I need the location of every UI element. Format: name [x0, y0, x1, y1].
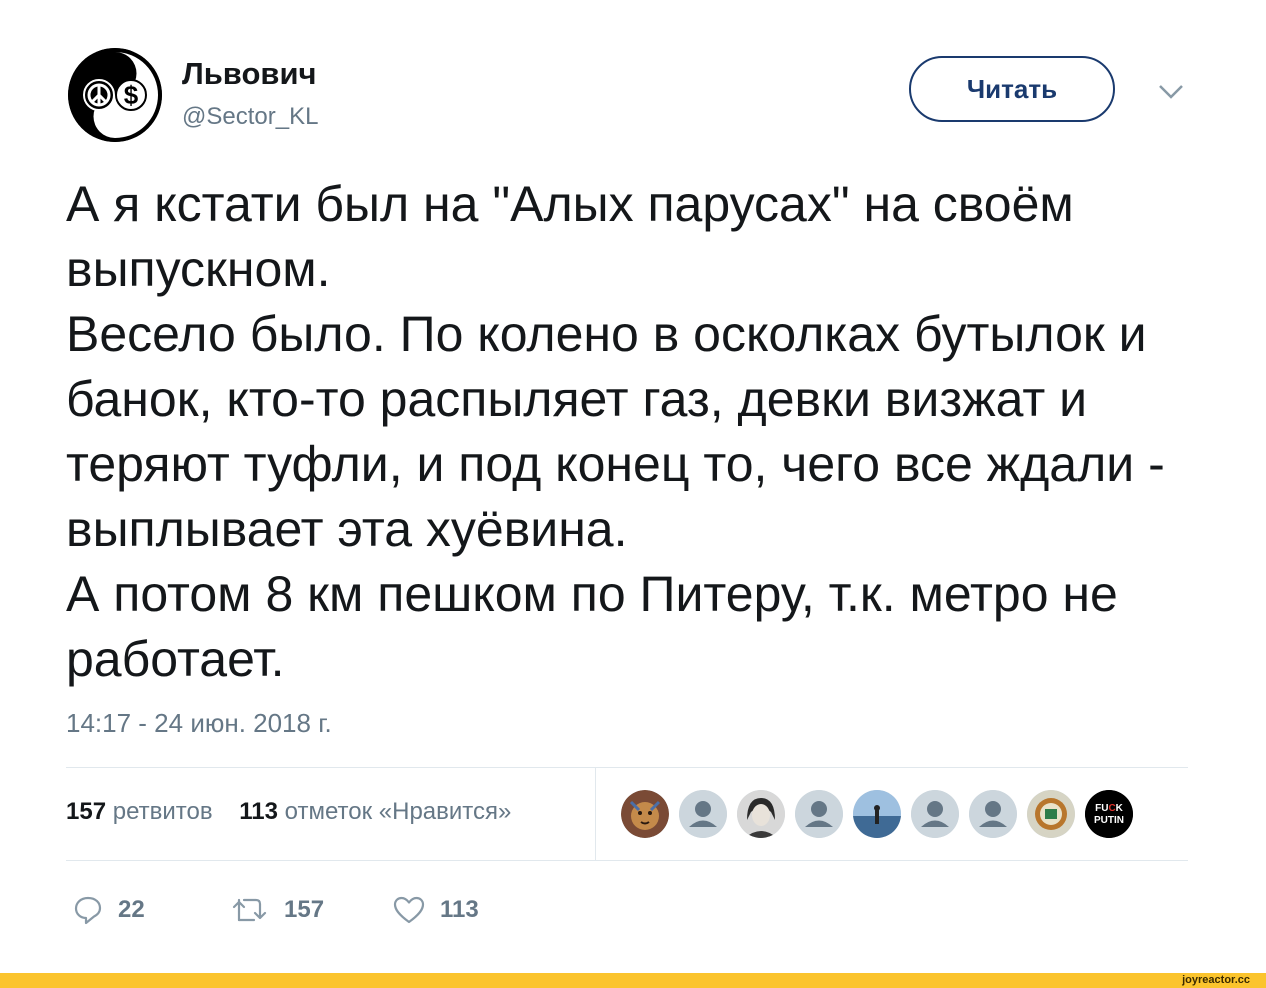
tweet-stats: 157 ретвитов 113 отметок «Нравится» [66, 798, 511, 826]
divider [66, 767, 1188, 768]
likes-stat[interactable]: 113 отметок «Нравится» [239, 798, 511, 825]
like-button[interactable]: 113 [392, 892, 479, 928]
liker-avatar-default[interactable] [795, 790, 843, 838]
default-user-avatar [969, 790, 1017, 838]
tweet-paragraph: А я кстати был на "Алых парусах" на своё… [66, 176, 1074, 297]
author-avatar[interactable]: $ [68, 48, 162, 142]
chevron-down-icon [1159, 85, 1183, 99]
reply-button[interactable]: 22 [72, 892, 145, 928]
tweet-paragraph: Весело было. По колено в осколках бутыло… [66, 306, 1165, 557]
tweet-menu-button[interactable] [1154, 80, 1188, 104]
svg-text:PUTIN: PUTIN [1094, 815, 1124, 826]
reply-icon [74, 896, 102, 925]
lion-avatar [621, 790, 669, 838]
default-user-avatar [795, 790, 843, 838]
liker-avatar-fuck-putin[interactable]: FUCK PUTIN [1085, 790, 1133, 838]
liker-avatar-default[interactable] [911, 790, 959, 838]
reply-count: 22 [118, 896, 145, 923]
retweets-stat[interactable]: 157 ретвитов [66, 798, 213, 825]
badge-avatar [1027, 790, 1075, 838]
watermark-brand: joyreactor.cc [1182, 974, 1250, 986]
portrait-avatar [737, 790, 785, 838]
retweet-count: 157 [284, 896, 325, 923]
svg-text:$: $ [124, 80, 139, 110]
seascape-avatar [853, 790, 901, 838]
tweet-timestamp[interactable]: 14:17 - 24 июн. 2018 г. [66, 708, 332, 739]
retweet-icon [232, 898, 267, 922]
default-user-avatar [679, 790, 727, 838]
follow-button[interactable]: Читать [909, 56, 1115, 122]
tweet-paragraph: А потом 8 км пешком по Питеру, т.к. метр… [66, 566, 1118, 687]
liker-avatar-default[interactable] [969, 790, 1017, 838]
liker-avatar-seascape[interactable] [853, 790, 901, 838]
fuck-putin-avatar: FUCK PUTIN [1085, 790, 1133, 838]
author-handle[interactable]: @Sector_KL [182, 103, 318, 131]
heart-icon [393, 896, 425, 924]
author-name[interactable]: Львович [182, 56, 317, 92]
watermark-bar [0, 973, 1266, 988]
liker-avatar-default[interactable] [679, 790, 727, 838]
peace-dollar-yinyang-icon: $ [68, 48, 162, 142]
retweet-button[interactable]: 157 [230, 892, 324, 928]
tweet-text: А я кстати был на "Алых парусах" на своё… [66, 172, 1216, 692]
liker-avatar-badge[interactable] [1027, 790, 1075, 838]
stats-divider [595, 768, 596, 860]
svg-text:FUCK: FUCK [1095, 803, 1124, 814]
liker-avatar-lion[interactable] [621, 790, 669, 838]
default-user-avatar [911, 790, 959, 838]
like-count: 113 [440, 896, 479, 923]
divider [66, 860, 1188, 861]
liker-avatar-portrait[interactable] [737, 790, 785, 838]
